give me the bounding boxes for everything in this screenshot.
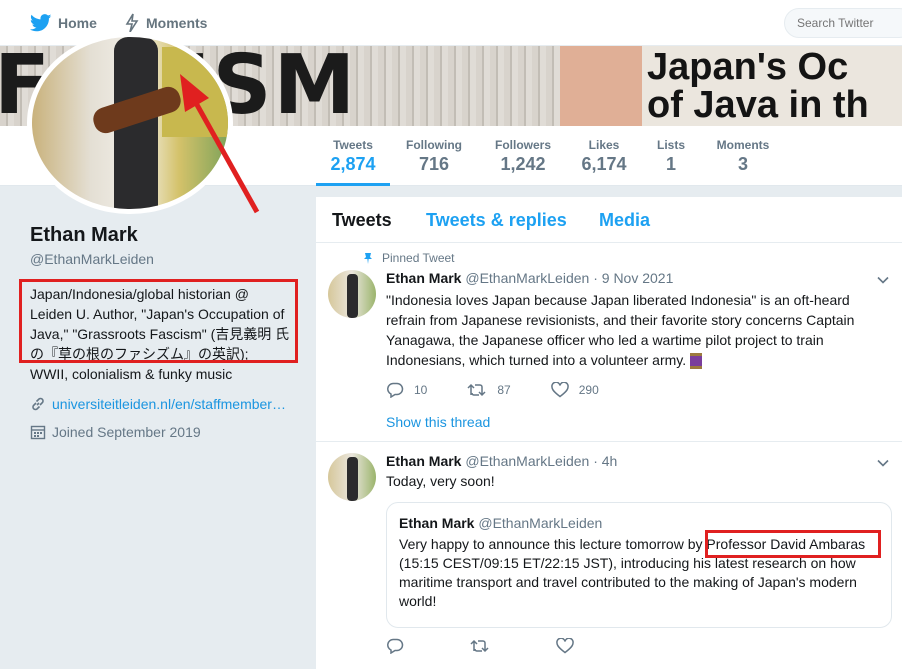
tweet-text-line: refrain from Japanese revisionists, and … (386, 312, 855, 328)
avatar-person (347, 274, 358, 318)
stat-value: 716 (418, 154, 450, 174)
profile-avatar[interactable] (27, 32, 233, 214)
bio-line: WWII, colonialism & funky music (30, 366, 233, 382)
quoted-author-name: Ethan Mark (399, 515, 475, 531)
show-thread-link[interactable]: Show this thread (386, 414, 490, 430)
calendar-icon (30, 425, 46, 440)
tweet-actions: 10 87 290 (386, 382, 639, 398)
stat-following[interactable]: Following 716 (400, 126, 468, 186)
profile-name[interactable]: Ethan Mark (30, 224, 138, 247)
profile-link[interactable]: universiteitleiden.nl/en/staffmember… (30, 396, 286, 412)
stat-value: 1,242 (500, 154, 546, 174)
like-button[interactable] (556, 638, 584, 654)
retweet-count: 87 (497, 383, 511, 397)
chevron-down-icon[interactable] (876, 273, 890, 287)
tab-tweets-replies[interactable]: Tweets & replies (426, 210, 567, 231)
stat-followers[interactable]: Followers 1,242 (488, 126, 558, 186)
stat-label: Followers (494, 138, 551, 152)
stat-moments[interactable]: Moments 3 (712, 126, 774, 186)
stat-label: Moments (716, 138, 770, 152)
reply-icon (387, 382, 404, 398)
retweet-icon (467, 383, 486, 397)
link-icon (32, 397, 44, 411)
stat-label: Lists (656, 138, 685, 152)
annotation-box-bio (19, 279, 298, 363)
tweet-author-name[interactable]: Ethan Mark (386, 453, 461, 469)
quoted-text-line: maritime transport and travel contribute… (399, 574, 857, 590)
heart-icon (556, 638, 574, 654)
retweet-button[interactable]: 87 (467, 382, 511, 398)
tweet-author-handle[interactable]: @EthanMarkLeiden (465, 270, 589, 286)
search-input[interactable] (784, 8, 902, 38)
quoted-tweet[interactable]: Ethan Mark @EthanMarkLeiden Very happy t… (386, 502, 892, 628)
stat-value: 1 (665, 154, 676, 174)
stat-value: 2,874 (330, 154, 376, 174)
reply-icon (387, 638, 404, 654)
stat-lists[interactable]: Lists 1 (652, 126, 690, 186)
tweet-header: Ethan Mark @EthanMarkLeiden · 4h (386, 453, 617, 469)
tweet-author-handle[interactable]: @EthanMarkLeiden (465, 453, 589, 469)
stat-label: Likes (588, 138, 620, 152)
reply-button[interactable] (386, 638, 414, 654)
stat-value: 6,174 (581, 154, 627, 174)
tweet-pinned[interactable]: Pinned Tweet Ethan Mark @EthanMarkLeiden… (316, 243, 902, 442)
tweet-actions (386, 638, 624, 654)
tweet-header: Ethan Mark @EthanMarkLeiden · 9 Nov 2021 (386, 270, 673, 286)
heart-icon (550, 382, 569, 398)
tweet-avatar[interactable] (328, 453, 376, 501)
tab-media[interactable]: Media (599, 210, 650, 231)
profile-joined-text: Joined September 2019 (52, 424, 201, 440)
tweet-time[interactable]: 4h (602, 453, 618, 469)
tweet-text: Today, very soon! (386, 473, 495, 489)
nav-moments-label: Moments (146, 15, 208, 31)
quoted-tweet-header: Ethan Mark @EthanMarkLeiden (399, 515, 879, 531)
nav-home-label: Home (58, 15, 97, 31)
like-count: 290 (578, 383, 599, 397)
banner-title: Japan's Oc of Java in th (647, 48, 869, 124)
like-button[interactable]: 290 (550, 382, 599, 398)
retweet-icon (470, 639, 489, 653)
profile-joined: Joined September 2019 (30, 424, 201, 440)
tweet-text-line: Indonesians, which turned into a volunte… (386, 350, 866, 370)
banner-title-line1: Japan's Oc (647, 46, 849, 88)
pinned-label: Pinned Tweet (362, 251, 455, 265)
pinned-text: Pinned Tweet (382, 251, 455, 265)
lightning-icon (125, 13, 139, 33)
profile-link-text[interactable]: universiteitleiden.nl/en/staffmember… (52, 396, 286, 412)
pin-icon (364, 253, 372, 264)
twitter-bird-icon (30, 14, 52, 32)
quoted-author-handle: @EthanMarkLeiden (478, 515, 603, 531)
timeline-tabs: Tweets Tweets & replies Media (316, 197, 902, 243)
stat-label: Following (406, 138, 462, 152)
quoted-text-line: world! (399, 593, 437, 609)
timeline: Tweets Tweets & replies Media Pinned Twe… (316, 197, 902, 669)
profile-handle[interactable]: @EthanMarkLeiden (30, 251, 154, 267)
annotation-box-mention (705, 530, 881, 558)
tweet-separator: · (593, 270, 598, 286)
tweet-text-line: Yanagawa, the Japanese officer who led a… (386, 332, 824, 348)
stat-tweets[interactable]: Tweets 2,874 (316, 126, 390, 186)
spool-emoji-icon (690, 353, 703, 370)
chevron-down-icon[interactable] (876, 456, 890, 470)
banner-title-line2: of Java in th (647, 84, 869, 126)
banner-accent-strip (560, 46, 642, 126)
tweet-avatar[interactable] (328, 270, 376, 318)
tweet-time[interactable]: 9 Nov 2021 (602, 270, 674, 286)
tweet-separator: · (593, 453, 598, 469)
reply-count: 10 (414, 383, 428, 397)
stat-likes[interactable]: Likes 6,174 (576, 126, 632, 186)
tweet-author-name[interactable]: Ethan Mark (386, 270, 461, 286)
stat-value: 3 (737, 154, 748, 174)
avatar-person (347, 457, 358, 501)
tweet-text-line: "Indonesia loves Japan because Japan lib… (386, 292, 850, 308)
retweet-button[interactable] (470, 638, 500, 654)
stat-label: Tweets (333, 138, 373, 152)
reply-button[interactable]: 10 (386, 382, 427, 398)
tweet-text: "Indonesia loves Japan because Japan lib… (386, 290, 866, 370)
tab-tweets[interactable]: Tweets (332, 210, 392, 231)
